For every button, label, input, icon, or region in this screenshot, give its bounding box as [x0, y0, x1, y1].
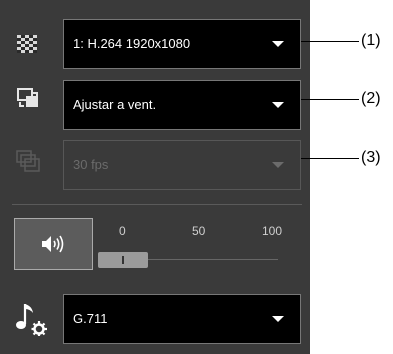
callout-label-1: (1): [361, 32, 381, 49]
music-note-gear-icon: [16, 304, 47, 336]
stream-select-value: 1: H.264 1920x1080: [73, 36, 191, 51]
callout-line-1: [301, 41, 359, 42]
volume-tick-mid: 50: [192, 224, 206, 238]
stacked-windows-icon: [16, 150, 40, 172]
callout-label-2: (2): [361, 90, 381, 107]
speaker-icon: [42, 235, 64, 253]
display-size-select[interactable]: Ajustar a vent.: [63, 80, 301, 130]
volume-slider-thumb[interactable]: [98, 252, 148, 268]
volume-tick-min: 0: [119, 224, 126, 238]
audio-codec-select[interactable]: G.711: [63, 294, 301, 344]
chevron-down-icon: [272, 316, 284, 322]
volume-tick-max: 100: [262, 224, 283, 238]
chevron-down-icon: [272, 102, 284, 108]
framerate-select-value: 30 fps: [73, 157, 109, 172]
callout-line-2: [301, 99, 359, 100]
stream-select[interactable]: 1: H.264 1920x1080: [63, 19, 301, 69]
chevron-down-icon: [272, 41, 284, 47]
slider-grip: [122, 256, 124, 264]
display-size-select-value: Ajustar a vent.: [73, 97, 157, 112]
framerate-select[interactable]: 30 fps: [63, 140, 301, 190]
checkerboard-icon: [17, 35, 37, 53]
callout-line-3: [301, 158, 359, 159]
chevron-down-icon: [272, 162, 284, 168]
section-divider: [12, 204, 302, 205]
viewer-settings-panel: 1: H.264 1920x1080 Ajustar a vent. 30 fp…: [0, 0, 310, 354]
audio-codec-select-value: G.711: [73, 311, 108, 326]
resize-window-icon: [17, 88, 38, 107]
callout-label-3: (3): [361, 149, 381, 166]
mute-toggle-button[interactable]: [14, 218, 93, 270]
